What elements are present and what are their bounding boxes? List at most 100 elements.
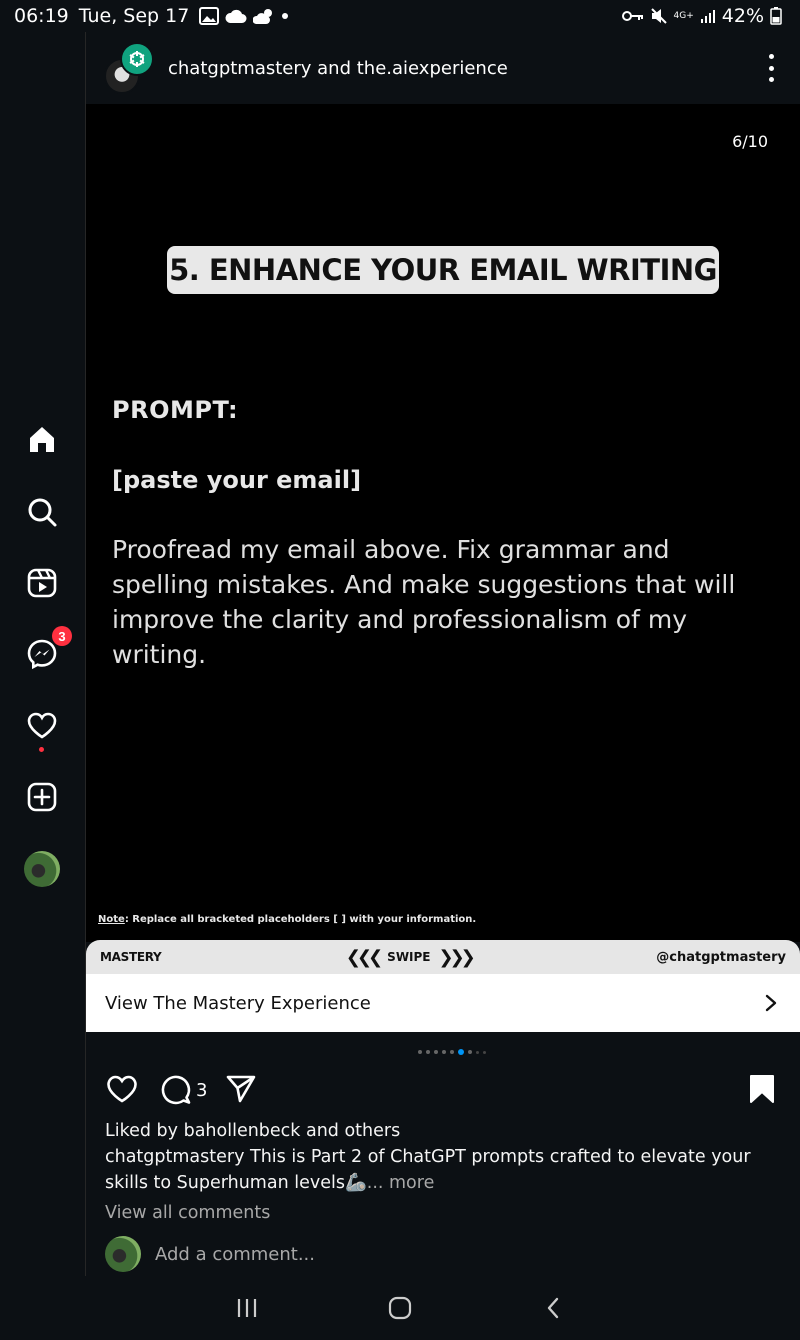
home-circle-icon — [388, 1296, 412, 1320]
home-button[interactable] — [380, 1288, 420, 1328]
caption-author[interactable]: chatgptmastery — [105, 1147, 244, 1167]
pager-dot — [434, 1050, 438, 1054]
comment-count: 3 — [196, 1079, 208, 1101]
prompt-placeholder: [paste your email] — [112, 466, 362, 494]
footer-handle: @chatgptmastery — [656, 949, 786, 965]
pager-dot — [418, 1050, 422, 1054]
save-button[interactable] — [748, 1074, 776, 1104]
back-button[interactable] — [533, 1288, 573, 1328]
caption: chatgptmastery This is Part 2 of ChatGPT… — [105, 1144, 775, 1196]
prompt-body-line: writing. — [112, 640, 207, 669]
recent-apps-button[interactable] — [227, 1288, 267, 1328]
pager-dot — [483, 1050, 486, 1054]
post-authors[interactable]: chatgptmastery and the.aiexperience — [168, 58, 508, 79]
nav-reels[interactable] — [22, 563, 62, 603]
nav-notifications[interactable] — [22, 706, 62, 752]
pager-dot-active — [458, 1049, 464, 1055]
like-button[interactable] — [106, 1074, 138, 1104]
signal-icon — [700, 10, 715, 23]
recent-apps-icon — [237, 1299, 256, 1317]
pager-dot — [442, 1050, 446, 1054]
status-bar: 06:19 Tue, Sep 17 4G+ 42% — [0, 0, 800, 32]
pager-dot — [426, 1050, 430, 1054]
author-avatars[interactable] — [102, 38, 162, 98]
share-button[interactable] — [225, 1074, 257, 1104]
nav-home[interactable] — [22, 420, 62, 460]
comment-icon — [161, 1075, 191, 1105]
gallery-icon — [199, 7, 220, 25]
nav-search[interactable] — [22, 492, 62, 532]
bookmark-filled-icon — [750, 1075, 774, 1103]
add-comment-row — [105, 1235, 555, 1273]
chatgpt-logo-icon — [120, 42, 154, 76]
pager-dot — [476, 1050, 479, 1054]
system-navigation-bar — [0, 1276, 800, 1340]
cta-link[interactable]: View The Mastery Experience — [86, 974, 800, 1032]
system-icons: 4G+ 42% — [621, 5, 782, 27]
more-dot — [768, 65, 774, 71]
add-comment-input[interactable] — [155, 1243, 555, 1265]
likes-text[interactable]: Liked by bahollenbeck and others — [105, 1118, 775, 1144]
prompt-body-line: improve the clarity and professionalism … — [112, 605, 687, 634]
notification-dot — [39, 747, 44, 752]
comment-button[interactable]: 3 — [160, 1074, 207, 1106]
dot-icon — [282, 13, 289, 19]
profile-avatar — [24, 851, 60, 887]
network-type: 4G+ — [673, 10, 694, 21]
more-dot — [768, 54, 774, 59]
cloud-icon — [225, 9, 247, 23]
avatar — [105, 1236, 141, 1272]
status-time: 06:19 — [14, 5, 69, 27]
post-actions: 3 — [86, 1068, 800, 1112]
battery-percent: 42% — [721, 5, 764, 27]
more-dot — [768, 77, 774, 82]
nav-create[interactable] — [22, 777, 62, 817]
cta-label: View The Mastery Experience — [105, 992, 371, 1014]
battery-icon — [770, 7, 782, 25]
nav-messenger[interactable]: 3 — [22, 626, 72, 674]
chevron-right-icon — [765, 994, 777, 1012]
mute-icon — [650, 8, 667, 24]
notification-icons — [199, 7, 289, 25]
send-icon — [226, 1075, 256, 1103]
status-left: 06:19 Tue, Sep 17 — [14, 5, 289, 27]
back-icon — [548, 1297, 559, 1319]
note-label: Note — [98, 914, 125, 925]
post-text: Liked by bahollenbeck and others chatgpt… — [105, 1118, 775, 1226]
footer-brand: MASTERY — [100, 950, 162, 964]
swipe-label: SWIPE — [387, 950, 431, 964]
key-icon — [621, 11, 643, 21]
slide-note: Note: Replace all bracketed placeholders… — [98, 914, 476, 925]
post-header: chatgptmastery and the.aiexperience — [86, 32, 800, 104]
home-icon — [30, 427, 54, 452]
status-date: Tue, Sep 17 — [78, 5, 190, 27]
more-options-button[interactable] — [762, 54, 780, 82]
nav-profile[interactable] — [22, 849, 62, 889]
caption-more-link[interactable]: ... more — [367, 1173, 435, 1193]
carousel-pager — [418, 1049, 486, 1055]
slide-title: 5. ENHANCE YOUR EMAIL WRITING — [167, 246, 719, 294]
status-right: 4G+ 42% — [621, 5, 782, 27]
note-text: : Replace all bracketed placeholders [ ]… — [124, 914, 477, 925]
prompt-body-line: Proofread my email above. Fix grammar an… — [112, 535, 670, 564]
carousel-slide[interactable]: 6/10 5. ENHANCE YOUR EMAIL WRITING PROMP… — [86, 104, 800, 942]
slide-footer: MASTERY ❮❮❮ SWIPE ❯❯❯ @chatgptmastery — [86, 940, 800, 974]
view-comments-link[interactable]: View all comments — [105, 1200, 775, 1226]
chevrons-right-icon: ❯❯❯ — [438, 946, 476, 968]
heart-icon — [27, 712, 57, 739]
plus-square-icon — [27, 782, 57, 812]
pager-dot — [450, 1050, 454, 1054]
weather-icon — [253, 9, 273, 24]
pager-dot — [468, 1050, 472, 1054]
chevrons-left-icon: ❮❮❮ — [345, 946, 383, 968]
messenger-icon — [27, 639, 57, 670]
reels-icon — [27, 568, 57, 598]
search-icon — [28, 498, 57, 527]
prompt-label: PROMPT: — [112, 396, 239, 424]
prompt-body: Proofread my email above. Fix grammar an… — [112, 532, 782, 672]
caption-emoji: 🦾 — [344, 1173, 367, 1193]
prompt-body-line: spelling mistakes. And make suggestions … — [112, 570, 736, 599]
footer-swipe: ❮❮❮ SWIPE ❯❯❯ — [345, 946, 476, 968]
messenger-badge: 3 — [52, 626, 72, 646]
slide-counter: 6/10 — [732, 132, 768, 151]
